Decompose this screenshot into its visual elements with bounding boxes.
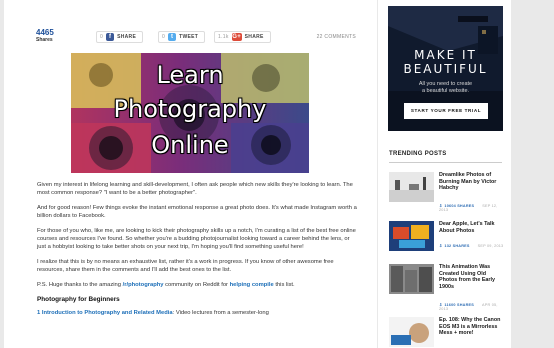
facebook-share-label: SHARE: [117, 34, 137, 40]
course-link[interactable]: 1 Introduction to Photography and Relate…: [37, 310, 173, 316]
trending-post[interactable]: Dear Apple, Let's Talk About Photos ⇩ 132…: [389, 221, 504, 261]
google-plus-share-label: SHARE: [244, 34, 264, 40]
section-heading: Photography for Beginners: [37, 296, 120, 303]
post-date: SEP 09, 2013: [477, 244, 504, 248]
trending-heading: TRENDING POSTS: [389, 151, 447, 157]
ad-title-line-2: BEAUTIFUL: [403, 62, 488, 76]
ps-text: community on Reddit for: [163, 282, 230, 288]
start-free-trial-button[interactable]: START YOUR FREE TRIAL: [404, 103, 488, 119]
reddit-photography-link[interactable]: /r/photography: [123, 282, 164, 288]
comments-link[interactable]: 22 COMMENTS: [317, 34, 356, 40]
article-paragraph: For those of you who, like me, are looki…: [37, 228, 356, 250]
facebook-share-button[interactable]: 0 f SHARE: [96, 31, 144, 43]
post-meta: ⇩ 11600 SHARES APR 05, 2013: [439, 302, 504, 311]
facebook-share-count: 0: [100, 34, 104, 40]
ps-text: this list.: [273, 282, 295, 288]
article-paragraph: And for good reason! Few things evoke th…: [37, 205, 357, 219]
post-meta: ⇩ 132 SHARES SEP 09, 2013: [439, 243, 503, 248]
post-meta: ⇩ 10604 SHARES SEP 12, 2013: [439, 203, 504, 212]
sidebar-ad[interactable]: MAKE IT BEAUTIFUL All you need to create…: [388, 6, 503, 131]
share-count: 4465 Shares: [36, 28, 54, 43]
post-thumbnail: [389, 264, 434, 294]
share-icon: ⇩: [439, 244, 443, 248]
post-thumbnail: [389, 221, 434, 251]
facebook-icon: f: [106, 33, 115, 41]
hero-title-line-3: Online: [151, 131, 229, 159]
sidebar: MAKE IT BEAUTIFUL All you need to create…: [378, 0, 511, 348]
ad-subtitle-line-2: a beautiful website.: [421, 88, 470, 94]
google-plus-icon: G+: [231, 33, 242, 41]
post-thumbnail: [389, 317, 434, 347]
ad-subtitle-line-1: All you need to create: [418, 81, 473, 87]
twitter-share-count: 0: [162, 34, 166, 40]
hero-image: Learn Photography Online: [71, 53, 309, 173]
trending-post[interactable]: This Animation Was Created Using Old Pho…: [389, 264, 505, 311]
twitter-tweet-button[interactable]: 0 t TWEET: [158, 31, 206, 43]
page: 4465 Shares 0 f SHARE 0 t TWEET 1.1k G+ …: [0, 0, 554, 348]
helping-compile-link[interactable]: helping compile: [230, 282, 274, 288]
article-ps: P.S. Huge thanks to the amazing /r/photo…: [37, 281, 357, 289]
list-item: 1 Introduction to Photography and Relate…: [37, 309, 357, 317]
twitter-tweet-label: TWEET: [179, 34, 199, 40]
hero-title-line-1: Learn: [156, 61, 224, 89]
article-paragraph: I realize that this is by no means an ex…: [37, 259, 334, 273]
ps-text: P.S. Huge thanks to the amazing: [37, 282, 123, 288]
post-title[interactable]: Dear Apple, Let's Talk About Photos: [439, 221, 505, 234]
google-plus-share-button[interactable]: 1.1k G+ SHARE: [214, 31, 271, 43]
share-bar: 4465 Shares 0 f SHARE 0 t TWEET 1.1k G+ …: [36, 28, 356, 48]
hero-title-line-2: Photography: [113, 95, 267, 123]
post-thumbnail: [389, 172, 434, 202]
twitter-icon: t: [168, 33, 177, 41]
trending-post[interactable]: Ep. 108: Why the Canon EOS M3 is a Mirro…: [389, 317, 504, 348]
share-count-label: Shares: [36, 37, 53, 43]
trending-divider: [389, 162, 502, 163]
post-shares: 132 SHARES: [444, 244, 470, 248]
list-item-text: : Video lectures from a semester-long: [172, 310, 269, 316]
article-body: Given my interest in lifelong learning a…: [37, 181, 357, 317]
google-plus-share-count: 1.1k: [218, 34, 229, 40]
post-shares: 10604 SHARES: [444, 204, 475, 208]
ad-subtitle: All you need to create a beautiful websi…: [388, 81, 503, 95]
post-title[interactable]: Dreamlike Photos of Burning Man by Victo…: [439, 172, 505, 192]
ad-title-line-1: MAKE IT: [414, 48, 477, 62]
post-title[interactable]: This Animation Was Created Using Old Pho…: [439, 264, 505, 290]
trending-post[interactable]: Dreamlike Photos of Burning Man by Victo…: [389, 172, 504, 212]
post-title[interactable]: Ep. 108: Why the Canon EOS M3 is a Mirro…: [439, 317, 505, 337]
article-column: 4465 Shares 0 f SHARE 0 t TWEET 1.1k G+ …: [4, 0, 377, 348]
post-shares: 11600 SHARES: [444, 303, 475, 307]
article-paragraph: Given my interest in lifelong learning a…: [37, 182, 353, 196]
share-count-number: 4465: [36, 28, 54, 37]
